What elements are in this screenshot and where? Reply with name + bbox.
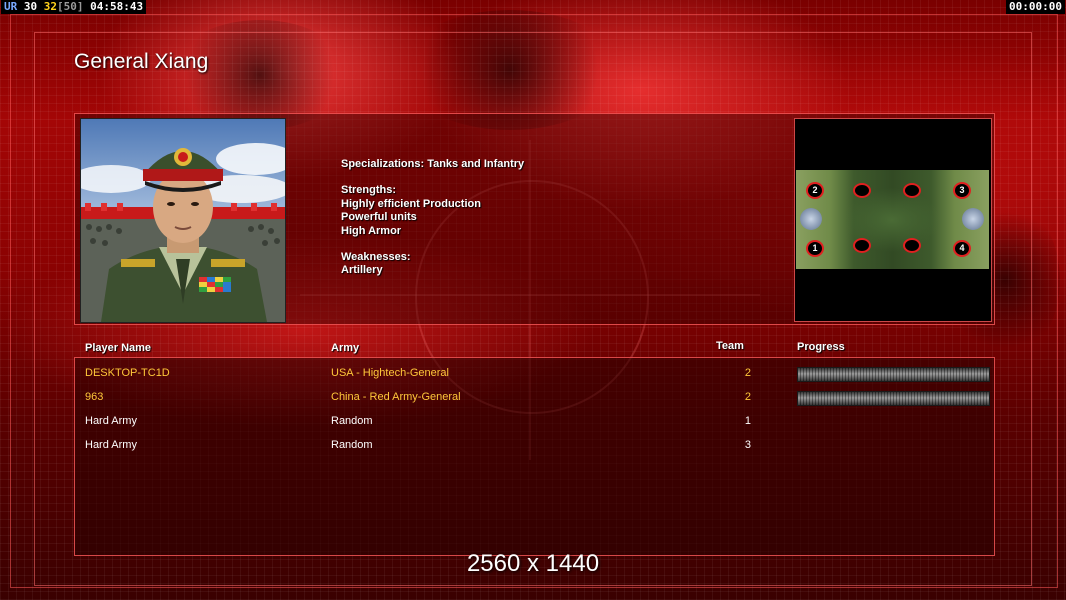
resource-spot-icon <box>853 183 871 198</box>
strength-item: High Armor <box>341 224 402 237</box>
resource-spot-icon <box>903 238 921 253</box>
player-team: 2 <box>744 391 751 403</box>
header-progress: Progress <box>797 341 845 353</box>
player-team: 1 <box>744 415 751 427</box>
player-team: 2 <box>744 367 751 379</box>
general-portrait <box>80 118 286 323</box>
loading-progress-bar <box>797 367 990 382</box>
general-description: Specializations: Tanks and Infantry Stre… <box>341 158 524 278</box>
player-army: China - Red Army-General <box>331 391 461 403</box>
specializations-text: Specializations: Tanks and Infantry <box>341 158 525 170</box>
player-team: 3 <box>744 439 751 451</box>
player-name: Hard Army <box>85 415 137 427</box>
minimap: 2 3 1 4 <box>796 170 989 269</box>
player-army: Random <box>331 415 373 427</box>
weakness-item: Artillery <box>341 264 383 277</box>
hud-value: 32 <box>43 0 57 13</box>
player-row: DESKTOP-TC1D USA - Hightech-General 2 <box>0 366 1066 390</box>
player-row: 963 China - Red Army-General 2 <box>0 390 1066 414</box>
lake-icon <box>962 208 984 230</box>
header-team: Team <box>716 340 744 352</box>
header-player-name: Player Name <box>85 342 152 354</box>
hud-label: UR <box>4 0 18 13</box>
strength-item: Powerful units <box>341 211 417 224</box>
lake-icon <box>800 208 822 230</box>
header-army: Army <box>331 342 360 354</box>
hud-value: 30 <box>23 0 38 13</box>
player-name: 963 <box>85 391 104 403</box>
start-position-4[interactable]: 4 <box>953 240 971 257</box>
strengths-title: Strengths: <box>341 184 396 197</box>
resource-spot-icon <box>853 238 871 253</box>
hud-stats: UR 30 32[50] 04:58:43 <box>1 0 147 14</box>
player-name: Hard Army <box>85 439 137 451</box>
player-army: USA - Hightech-General <box>331 367 449 379</box>
resolution-watermark: 2560 x 1440 <box>466 550 600 577</box>
general-title: General Xiang <box>74 50 209 73</box>
hud-value: [50] <box>57 0 84 13</box>
player-army: Random <box>331 439 373 451</box>
player-row: Hard Army Random 3 <box>0 438 1066 462</box>
loading-progress-bar <box>797 391 990 406</box>
hud-clock: 00:00:00 <box>1006 0 1065 14</box>
weaknesses-title: Weaknesses: <box>341 251 411 264</box>
player-name: DESKTOP-TC1D <box>85 367 170 379</box>
start-position-2[interactable]: 2 <box>806 182 824 199</box>
strength-item: Highly efficient Production <box>341 197 481 210</box>
start-position-1[interactable]: 1 <box>806 240 824 257</box>
start-position-3[interactable]: 3 <box>953 182 971 199</box>
top-hud: UR 30 32[50] 04:58:43 00:00:00 <box>0 0 1066 14</box>
hud-time: 04:58:43 <box>90 0 144 13</box>
player-row: Hard Army Random 1 <box>0 414 1066 438</box>
resource-spot-icon <box>903 183 921 198</box>
